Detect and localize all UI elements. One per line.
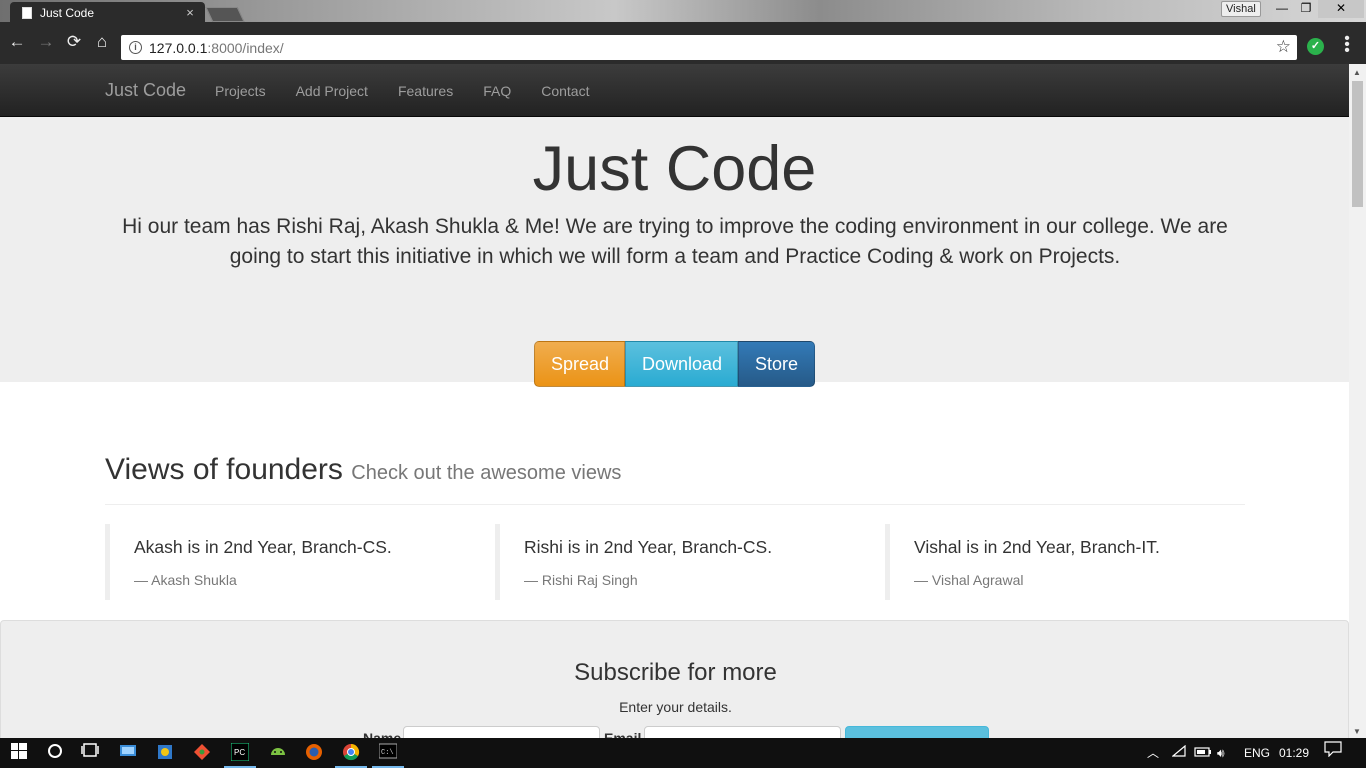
show-hidden-icons-icon[interactable]: ︿ <box>1147 738 1159 768</box>
forward-button[interactable]: → <box>35 31 57 53</box>
svg-text:C:\: C:\ <box>381 749 394 757</box>
page-icon <box>22 6 32 19</box>
browser-titlebar: Just Code × Vishal — ❐ ✕ <box>0 0 1366 23</box>
nav-features[interactable]: Features <box>398 83 453 99</box>
language-indicator[interactable]: ENG <box>1244 738 1270 768</box>
cmd-icon[interactable]: C:\ <box>372 743 404 768</box>
email-label: Email <box>604 730 642 738</box>
quote-text: Rishi is in 2nd Year, Branch-CS. <box>524 537 773 557</box>
minimize-button[interactable]: — <box>1270 0 1294 18</box>
address-bar[interactable]: i 127.0.0.1:8000/index/ ☆ <box>121 35 1297 60</box>
subscribe-button[interactable] <box>845 726 989 738</box>
jumbotron-button-group: Spread Download Store <box>534 341 815 387</box>
maximize-button[interactable]: ❐ <box>1294 0 1318 18</box>
founders-heading: Views of founders Check out the awesome … <box>105 453 621 487</box>
cortana-icon[interactable] <box>45 743 65 763</box>
jumbotron: Just Code Hi our team has Rishi Raj, Aka… <box>0 117 1349 387</box>
scroll-down-icon[interactable]: ▼ <box>1353 727 1361 736</box>
jumbotron-text: Hi our team has Rishi Raj, Akash Shukla … <box>122 215 1228 268</box>
scrollbar-thumb[interactable] <box>1352 81 1363 207</box>
email-input[interactable] <box>644 726 841 738</box>
volume-icon[interactable]: 🔊︎ <box>1217 738 1225 768</box>
scroll-up-icon[interactable]: ▲ <box>1353 68 1361 77</box>
tab-title: Just Code <box>40 5 95 20</box>
subscribe-title: Subscribe for more <box>574 659 777 686</box>
close-window-button[interactable]: ✕ <box>1318 0 1364 18</box>
quote-author: — Rishi Raj Singh <box>524 572 638 588</box>
jumbotron-title: Just Code <box>532 134 817 204</box>
firefox-icon[interactable] <box>304 743 324 763</box>
site-brand[interactable]: Just Code <box>105 80 186 101</box>
quote-author: — Vishal Agrawal <box>914 572 1024 588</box>
quote-text: Vishal is in 2nd Year, Branch-IT. <box>914 537 1160 557</box>
quote-author: — Akash Shukla <box>134 572 237 588</box>
browser-tab[interactable]: Just Code × <box>10 2 205 23</box>
new-tab-button[interactable] <box>205 7 245 22</box>
browser-toolbar: ← → ⟳ ⌂ i 127.0.0.1:8000/index/ ☆ ✓ • • • <box>0 22 1366 64</box>
download-button[interactable]: Download <box>625 341 738 387</box>
site-info-icon[interactable]: i <box>129 41 142 54</box>
section-divider <box>105 504 1245 505</box>
battery-icon[interactable] <box>1194 738 1212 768</box>
wifi-icon[interactable] <box>1171 738 1186 768</box>
subscribe-panel: Subscribe for more Enter your details. N… <box>0 620 1349 738</box>
clock[interactable]: 01:29 <box>1279 738 1309 768</box>
site-navbar: Just Code Projects Add Project Features … <box>0 64 1349 117</box>
tab-close-icon[interactable]: × <box>181 5 199 20</box>
reload-button[interactable]: ⟳ <box>63 31 85 53</box>
spread-button[interactable]: Spread <box>534 341 625 387</box>
bookmark-star-icon[interactable]: ☆ <box>1276 37 1291 57</box>
page-scrollbar[interactable]: ▲ ▼ <box>1349 64 1366 738</box>
store-button[interactable]: Store <box>738 341 815 387</box>
nav-projects[interactable]: Projects <box>215 83 266 99</box>
founders-title: Views of founders <box>105 453 343 486</box>
url-path: :8000/index/ <box>207 39 284 56</box>
home-button[interactable]: ⌂ <box>91 31 113 53</box>
browser-menu-icon[interactable]: • • • <box>1342 31 1352 59</box>
nav-faq[interactable]: FAQ <box>483 83 511 99</box>
chrome-icon[interactable] <box>335 743 367 768</box>
paint-icon[interactable] <box>155 743 175 763</box>
page-viewport: Just Code Projects Add Project Features … <box>0 64 1366 738</box>
nav-add-project[interactable]: Add Project <box>296 83 368 99</box>
extension-check-icon[interactable]: ✓ <box>1307 38 1324 55</box>
founder-quote: Akash is in 2nd Year, Branch-CS. — Akash… <box>105 524 465 600</box>
windows-start-icon[interactable] <box>9 743 29 763</box>
windows-taskbar: PC C:\ ︿ 🔊︎ ENG 01:29 <box>0 738 1366 768</box>
url-host: 127.0.0.1 <box>149 39 208 56</box>
nav-contact[interactable]: Contact <box>541 83 589 99</box>
founder-quote: Vishal is in 2nd Year, Branch-IT. — Vish… <box>885 524 1245 600</box>
subscribe-text: Enter your details. <box>619 699 732 715</box>
android-studio-icon[interactable] <box>268 743 288 763</box>
founders-subtitle: Check out the awesome views <box>351 462 622 484</box>
profile-button[interactable]: Vishal <box>1221 1 1261 17</box>
back-button[interactable]: ← <box>6 31 28 53</box>
name-label: Name <box>363 730 402 738</box>
quote-text: Akash is in 2nd Year, Branch-CS. <box>134 537 392 557</box>
git-icon[interactable] <box>192 743 212 763</box>
notifications-icon[interactable] <box>1324 738 1342 768</box>
nav-links: Projects Add Project Features FAQ Contac… <box>215 83 619 99</box>
control-panel-icon[interactable] <box>118 743 138 763</box>
svg-text:PC: PC <box>234 748 245 757</box>
pycharm-icon[interactable]: PC <box>224 742 256 768</box>
task-view-icon[interactable] <box>80 743 100 763</box>
name-input[interactable] <box>403 726 600 738</box>
founder-quote: Rishi is in 2nd Year, Branch-CS. — Rishi… <box>495 524 855 600</box>
